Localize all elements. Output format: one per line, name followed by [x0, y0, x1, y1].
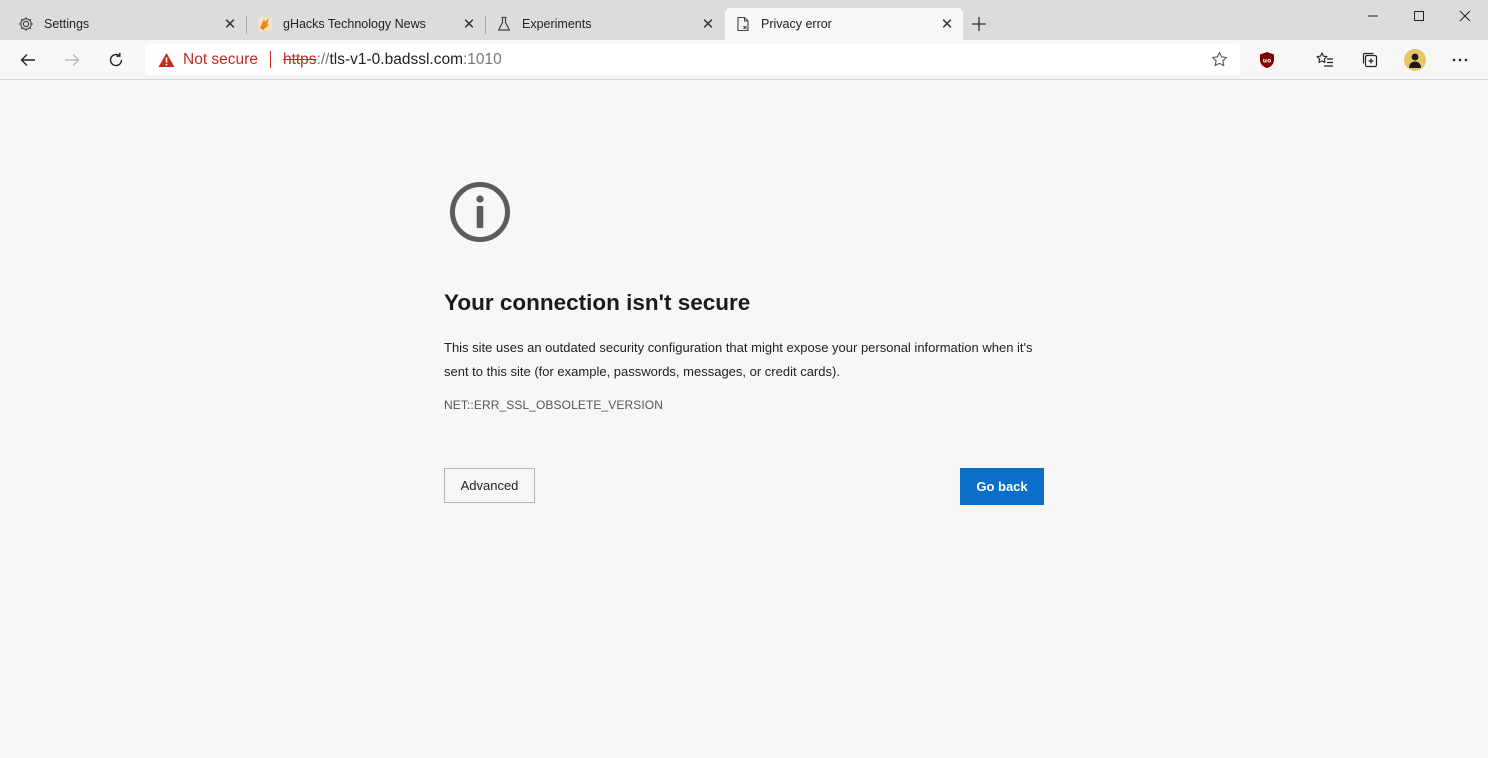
tab-strip: Settings ✕ gHacks Technology News ✕ Expe… [0, 0, 1488, 40]
error-page-content: Your connection isn't secure This site u… [444, 180, 1044, 505]
favorite-star-icon[interactable] [1211, 51, 1228, 68]
page-title: Your connection isn't secure [444, 290, 751, 315]
settings-more-button[interactable] [1450, 50, 1470, 70]
favorites-button[interactable] [1315, 50, 1335, 70]
url-text: https://tls-v1-0.badssl.com:1010 [283, 51, 502, 69]
plus-icon [972, 17, 986, 31]
address-bar[interactable]: Not secure https://tls-v1-0.badssl.com:1… [145, 44, 1240, 75]
tab-settings[interactable]: Settings ✕ [8, 8, 246, 40]
refresh-button[interactable] [102, 46, 130, 74]
arrow-right-icon [65, 54, 80, 66]
collections-button[interactable] [1360, 50, 1380, 70]
tab-privacy-error[interactable]: Privacy error ✕ [725, 8, 963, 40]
error-page-icon [735, 16, 751, 32]
close-icon [1459, 10, 1471, 22]
ublock-origin-extension-button[interactable]: uo [1257, 50, 1277, 70]
url-scheme: https [282, 50, 317, 68]
tab-title: gHacks Technology News [283, 17, 426, 31]
ublock-shield-icon: uo [1260, 52, 1274, 68]
url-port: :1010 [463, 50, 502, 68]
forward-button[interactable] [58, 46, 86, 74]
tab-title: Settings [44, 17, 90, 31]
close-icon[interactable]: ✕ [222, 16, 238, 33]
favorites-list-icon [1316, 52, 1333, 67]
info-circle-icon [450, 182, 510, 242]
maximize-button[interactable] [1396, 0, 1442, 32]
close-icon[interactable]: ✕ [939, 16, 955, 33]
ghacks-favicon-icon [257, 16, 273, 32]
refresh-icon [109, 52, 123, 67]
warning-triangle-icon [158, 52, 175, 67]
not-secure-label[interactable]: Not secure [183, 51, 258, 69]
close-icon[interactable]: ✕ [461, 16, 477, 33]
tab-title: Experiments [522, 17, 592, 31]
go-back-button[interactable]: Go back [960, 468, 1044, 505]
maximize-icon [1414, 11, 1424, 21]
svg-text:uo: uo [1263, 58, 1271, 65]
tab-title: Privacy error [761, 17, 832, 31]
gear-icon [18, 16, 34, 32]
close-icon[interactable]: ✕ [700, 16, 716, 33]
url-host: tls-v1-0.badssl.com [329, 50, 463, 68]
flask-icon [496, 16, 512, 32]
minimize-icon [1368, 15, 1378, 17]
security-divider [269, 51, 271, 68]
close-window-button[interactable] [1442, 0, 1488, 32]
profile-button[interactable] [1403, 48, 1427, 72]
url-separator: :// [316, 50, 330, 68]
new-tab-button[interactable] [967, 12, 991, 36]
avatar [1404, 49, 1426, 71]
minimize-button[interactable] [1350, 0, 1396, 32]
arrow-left-icon [20, 54, 35, 66]
tab-experiments[interactable]: Experiments ✕ [486, 8, 724, 40]
browser-toolbar: Not secure https://tls-v1-0.badssl.com:1… [0, 40, 1488, 80]
error-code: NET::ERR_SSL_OBSOLETE_VERSION [444, 398, 663, 412]
advanced-button[interactable]: Advanced [444, 468, 535, 503]
error-description: This site uses an outdated security conf… [444, 340, 1033, 379]
tab-ghacks[interactable]: gHacks Technology News ✕ [247, 8, 485, 40]
more-dots-icon [1452, 58, 1468, 62]
collections-icon [1362, 52, 1378, 68]
back-button[interactable] [14, 46, 42, 74]
